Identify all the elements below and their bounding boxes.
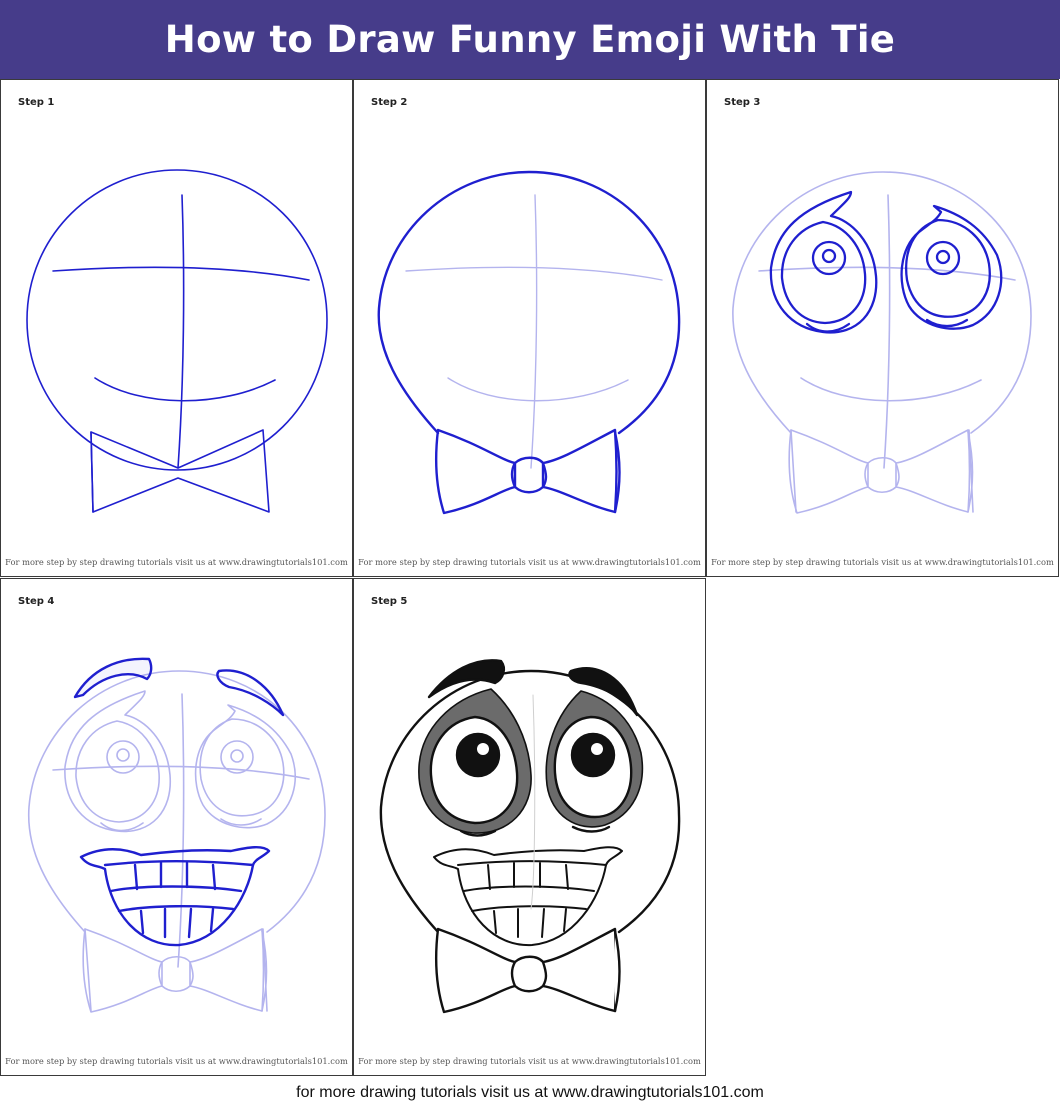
step-5-drawing [379, 659, 681, 1014]
step-2-drawing [377, 170, 681, 515]
page-header: How to Draw Funny Emoji With Tie [0, 0, 1060, 79]
step-3-drawing [732, 171, 1032, 514]
step-4-drawing [27, 657, 326, 1013]
step-3-panel: Step 3 For more step by step drawing tut… [706, 79, 1059, 577]
page-title: How to Draw Funny Emoji With Tie [164, 18, 896, 61]
step-3-credit: For more step by step drawing tutorials … [711, 557, 1054, 567]
step-2-panel: Step 2 For more step by step drawing tut… [353, 79, 706, 577]
step-5-credit: For more step by step drawing tutorials … [358, 1056, 701, 1066]
step-1-panel: Step 1 For more step by step drawing tut… [0, 79, 353, 577]
step-2-credit: For more step by step drawing tutorials … [358, 557, 701, 567]
step-4-credit: For more step by step drawing tutorials … [5, 1056, 348, 1066]
footer-text: for more drawing tutorials visit us at w… [296, 1084, 764, 1101]
step-5-panel: Step 5 For more step by step drawing tut… [353, 578, 706, 1076]
steps-grid: Step 1 For more step by step drawing tut… [0, 79, 1060, 1079]
step-1-credit: For more step by step drawing tutorials … [5, 557, 348, 567]
step-1-drawing [26, 169, 328, 513]
step-4-panel: Step 4 For more step by step drawing tut… [0, 578, 353, 1076]
